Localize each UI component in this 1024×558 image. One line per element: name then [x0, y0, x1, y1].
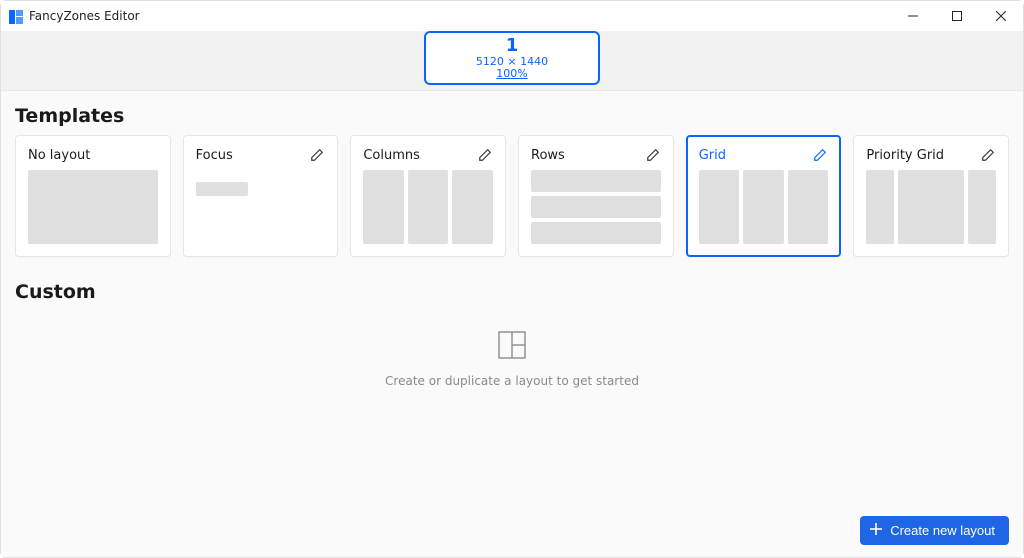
monitor-index: 1: [506, 36, 519, 56]
template-preview: [363, 170, 493, 244]
zone: [408, 170, 449, 244]
template-title: No layout: [28, 148, 90, 163]
template-focus[interactable]: Focus: [183, 135, 339, 257]
custom-heading: Custom: [15, 281, 1009, 303]
zone: [363, 170, 404, 244]
zone: [743, 170, 784, 244]
template-title: Priority Grid: [866, 148, 944, 163]
main-content: Templates No layout Focus: [1, 91, 1023, 557]
minimize-button[interactable]: [891, 1, 935, 31]
zone: [898, 170, 965, 244]
template-title: Columns: [363, 148, 420, 163]
zone: [531, 222, 661, 244]
create-new-layout-button[interactable]: Create new layout: [860, 516, 1009, 545]
zone: [196, 182, 248, 196]
template-preview: [196, 170, 326, 244]
template-priority-grid[interactable]: Priority Grid: [853, 135, 1009, 257]
edit-icon[interactable]: [980, 147, 996, 163]
zone: [788, 170, 829, 244]
create-new-layout-label: Create new layout: [890, 523, 995, 538]
template-no-layout[interactable]: No layout: [15, 135, 171, 257]
zone: [866, 170, 894, 244]
zone: [699, 170, 740, 244]
monitor-card[interactable]: 1 5120 × 1440 100%: [424, 31, 600, 85]
template-title: Grid: [699, 148, 726, 163]
monitor-strip: 1 5120 × 1440 100%: [1, 31, 1023, 91]
templates-heading: Templates: [15, 105, 1009, 127]
template-preview: [866, 170, 996, 244]
window-title: FancyZones Editor: [29, 9, 140, 23]
edit-icon[interactable]: [477, 147, 493, 163]
templates-grid: No layout Focus Columns: [15, 135, 1009, 257]
maximize-button[interactable]: [935, 1, 979, 31]
template-grid[interactable]: Grid: [686, 135, 842, 257]
template-rows[interactable]: Rows: [518, 135, 674, 257]
edit-icon[interactable]: [645, 147, 661, 163]
monitor-scale: 100%: [496, 68, 527, 80]
template-preview: [699, 170, 829, 244]
plus-icon: [870, 523, 882, 538]
template-title: Focus: [196, 148, 233, 163]
zone: [531, 170, 661, 192]
titlebar: FancyZones Editor: [1, 1, 1023, 31]
app-icon: [9, 9, 23, 23]
window-controls: [891, 1, 1023, 31]
custom-empty-message: Create or duplicate a layout to get star…: [385, 374, 639, 388]
layout-placeholder-icon: [498, 331, 526, 362]
edit-icon[interactable]: [812, 147, 828, 163]
zone: [452, 170, 493, 244]
custom-empty-state: Create or duplicate a layout to get star…: [15, 331, 1009, 388]
template-preview: [28, 170, 158, 244]
edit-icon[interactable]: [309, 147, 325, 163]
zone: [968, 170, 996, 244]
template-title: Rows: [531, 148, 565, 163]
template-columns[interactable]: Columns: [350, 135, 506, 257]
zone: [531, 196, 661, 218]
template-preview: [531, 170, 661, 244]
close-button[interactable]: [979, 1, 1023, 31]
zone: [28, 170, 158, 244]
